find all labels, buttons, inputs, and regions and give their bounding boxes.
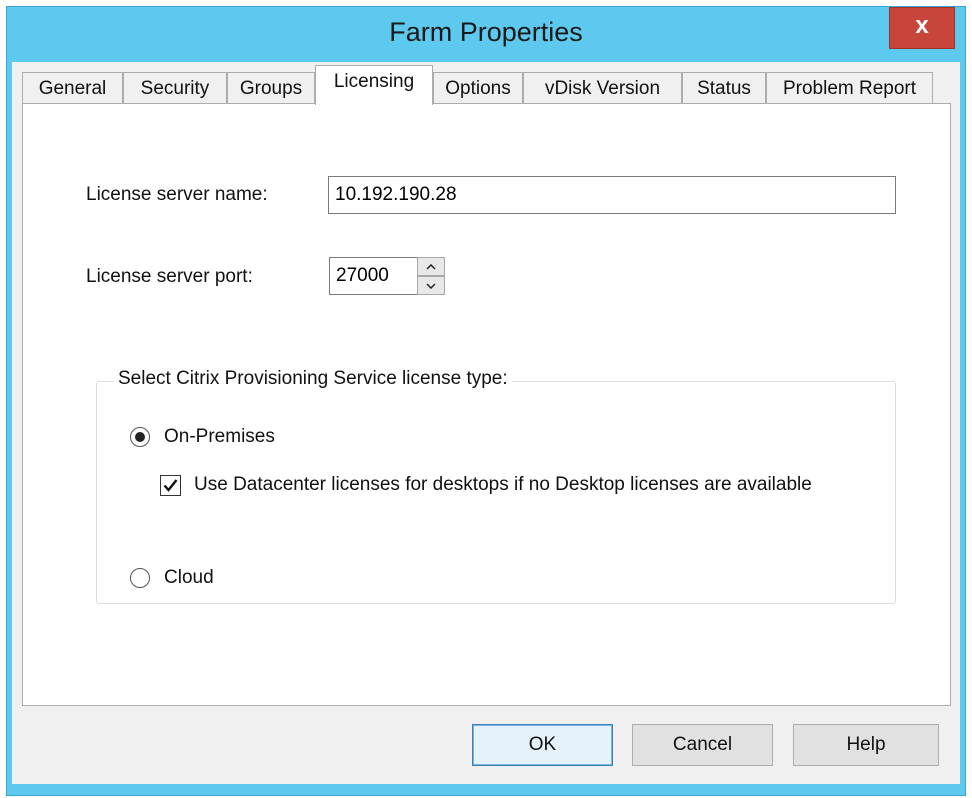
on-premises-label: On-Premises (164, 426, 275, 447)
license-server-name-input[interactable]: 10.192.190.28 (328, 176, 896, 214)
tab-label: Options (445, 78, 511, 99)
datacenter-licenses-checkbox[interactable] (160, 475, 181, 496)
radio-selected-dot (135, 432, 145, 442)
tab-licensing[interactable]: Licensing (315, 65, 433, 105)
tab-label: Groups (239, 78, 303, 99)
spin-down-button[interactable] (417, 276, 445, 295)
license-type-group-label: Select Citrix Provisioning Service licen… (114, 368, 512, 390)
port-value: 27000 (336, 265, 389, 286)
checkmark-icon (163, 479, 178, 492)
tab-status[interactable]: Status (682, 72, 766, 104)
license-server-name-label: License server name: (86, 184, 268, 205)
tab-label: Status (697, 78, 751, 99)
tab-vdisk-version[interactable]: vDisk Version (523, 72, 682, 104)
cloud-label: Cloud (164, 567, 214, 588)
cancel-button[interactable]: Cancel (632, 724, 773, 766)
ok-button[interactable]: OK (472, 724, 613, 766)
chevron-up-icon (426, 263, 436, 270)
license-server-port-label: License server port: (86, 266, 253, 287)
chevron-down-icon (426, 282, 436, 289)
license-server-port-stepper[interactable]: 27000 (329, 257, 445, 295)
on-premises-radio[interactable] (130, 427, 150, 447)
tab-label: Security (140, 78, 210, 99)
tab-label: General (38, 78, 107, 99)
tab-groups[interactable]: Groups (227, 72, 315, 104)
window-title: Farm Properties (389, 17, 583, 47)
tab-general[interactable]: General (22, 72, 123, 104)
cloud-radio[interactable] (130, 568, 150, 588)
datacenter-licenses-label: Use Datacenter licenses for desktops if … (194, 474, 812, 495)
spin-up-button[interactable] (417, 257, 445, 276)
tab-label: Problem Report (782, 78, 917, 99)
close-icon: x (915, 12, 929, 39)
tab-security[interactable]: Security (123, 72, 227, 104)
tab-options[interactable]: Options (433, 72, 523, 104)
tab-label: Licensing (333, 71, 415, 92)
help-button[interactable]: Help (793, 724, 939, 766)
spin-buttons (417, 257, 445, 295)
tab-problem-report[interactable]: Problem Report (766, 72, 933, 104)
close-button[interactable]: x (889, 7, 955, 49)
tab-label: vDisk Version (544, 78, 661, 99)
